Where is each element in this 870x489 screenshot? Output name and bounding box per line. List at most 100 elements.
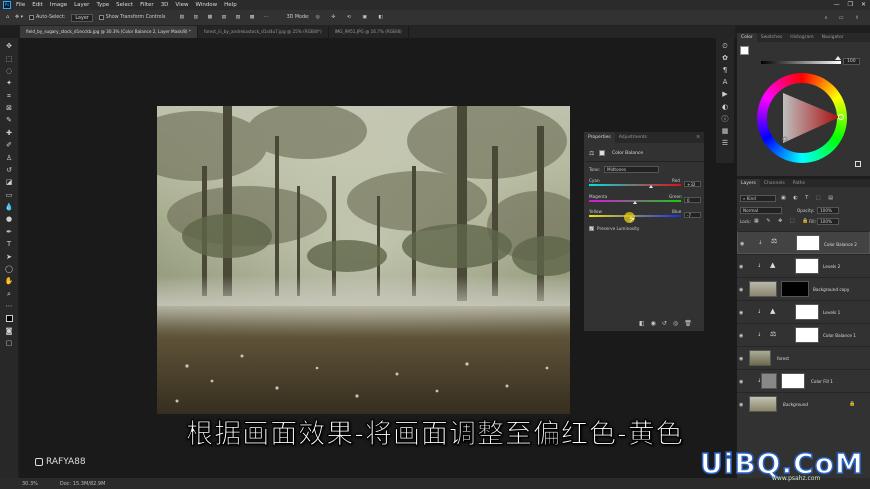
eraser-tool-icon[interactable]: ◪	[4, 177, 14, 187]
brightness-slider[interactable]	[761, 61, 841, 64]
layer-mask-thumbnail[interactable]	[795, 258, 819, 274]
visibility-eye-icon[interactable]: ◉	[739, 310, 743, 316]
actions-icon[interactable]: ▶	[721, 90, 730, 99]
path-selection-tool-icon[interactable]: ➤	[4, 252, 14, 262]
type-tool-icon[interactable]: T	[4, 239, 14, 249]
layer-mask-thumbnail[interactable]	[781, 281, 809, 297]
menu-type[interactable]: Type	[96, 2, 109, 8]
yellow-blue-slider[interactable]	[589, 215, 681, 217]
tab-properties[interactable]: Properties	[584, 132, 615, 143]
foreground-background-color-icon[interactable]	[4, 313, 14, 323]
yellow-blue-value[interactable]: -7	[684, 212, 701, 218]
tab-color[interactable]: Color	[737, 33, 757, 42]
zoom-tool-icon[interactable]: ⌕	[4, 289, 14, 299]
layer-name[interactable]: Color Balance 1	[823, 333, 856, 338]
menu-edit[interactable]: Edit	[32, 2, 43, 8]
panel-menu-icon[interactable]: ≡	[692, 132, 704, 143]
layer-name[interactable]: Levels 2	[823, 264, 840, 269]
tab-channels[interactable]: Channels	[760, 179, 789, 187]
brush-tool-icon[interactable]: ✐	[4, 140, 14, 150]
layer-mask-thumbnail[interactable]	[795, 327, 819, 343]
cyan-red-slider[interactable]	[589, 184, 681, 186]
layer-name[interactable]: Color Fill 1	[811, 379, 833, 384]
delete-icon[interactable]: 🗑	[684, 320, 698, 327]
hand-tool-icon[interactable]: ✋	[4, 276, 14, 286]
blur-tool-icon[interactable]: 💧	[4, 202, 14, 212]
cyan-red-value[interactable]: +32	[684, 181, 701, 187]
tab-navigator[interactable]: Navigator	[818, 33, 848, 42]
layer-mask-thumbnail[interactable]	[796, 235, 820, 251]
auto-select-checkbox[interactable]	[29, 15, 34, 20]
align-icons[interactable]: ▤ ▥ ▦ ▧ ▨ ▩ ⋯	[179, 15, 272, 20]
tab-paths[interactable]: Paths	[789, 179, 809, 187]
lock-icons[interactable]: ▦ ✎ ✥ ⬚ 🔒	[754, 218, 811, 224]
marquee-tool-icon[interactable]: ⬚	[4, 54, 14, 64]
layer-thumbnail[interactable]	[749, 281, 777, 297]
doc-size[interactable]: Doc: 15.3M/82.9M	[60, 481, 106, 487]
character-icon[interactable]: A	[721, 78, 730, 87]
menu-filter[interactable]: Filter	[140, 2, 154, 8]
document-canvas-image[interactable]	[157, 106, 570, 414]
history-icon[interactable]: ⏲	[721, 42, 730, 51]
photoshop-logo-icon[interactable]: Ps	[3, 1, 11, 9]
brush-settings-icon[interactable]: ✿	[721, 54, 730, 63]
move-tool-icon[interactable]: ✥ ▾	[15, 15, 23, 20]
layer-color-balance-2[interactable]: ◉ ↓ ⚖ Color Balance 2	[737, 231, 870, 254]
blend-mode-dropdown[interactable]: Normal	[740, 207, 782, 214]
menu-image[interactable]: Image	[50, 2, 67, 8]
info-icon[interactable]: ⓘ	[721, 115, 730, 124]
view-previous-icon[interactable]: ◉	[651, 320, 662, 327]
pen-tool-icon[interactable]: ✒	[4, 227, 14, 237]
tab-histogram[interactable]: Histogram	[786, 33, 817, 42]
foreground-color-swatch[interactable]	[740, 46, 749, 55]
tab-layers[interactable]: Layers	[737, 179, 760, 187]
magenta-green-slider-knob[interactable]	[633, 201, 637, 204]
fill-color-thumbnail[interactable]	[761, 373, 777, 389]
tab-field-doc[interactable]: field_by_sugary_stock_d1ecckb.jpg @ 30.3…	[20, 26, 198, 38]
visibility-eye-icon[interactable]: ◉	[739, 333, 743, 339]
eyedropper-tool-icon[interactable]: ✎	[4, 115, 14, 125]
layer-color-fill-1[interactable]: ◉ ↓ Color Fill 1	[737, 369, 870, 392]
layer-thumbnail[interactable]	[749, 396, 777, 412]
menu-help[interactable]: Help	[224, 2, 237, 8]
auto-select-dropdown[interactable]: Layer	[71, 13, 93, 22]
menu-select[interactable]: Select	[116, 2, 133, 8]
menu-file[interactable]: File	[16, 2, 25, 8]
shape-tool-icon[interactable]: ◯	[4, 264, 14, 274]
transform-controls-checkbox[interactable]	[98, 15, 104, 20]
tab-adjustments[interactable]: Adjustments	[615, 132, 651, 143]
visibility-eye-icon[interactable]: ◉	[739, 287, 743, 293]
reset-icon[interactable]: ↺	[662, 320, 673, 327]
toggle-visibility-icon[interactable]: ◎	[673, 320, 684, 327]
zoom-level[interactable]: 30.3%	[22, 481, 38, 487]
libraries-icon[interactable]: ▦	[721, 127, 730, 136]
color-triangle[interactable]	[757, 73, 847, 163]
menu-3d[interactable]: 3D	[161, 2, 169, 8]
layer-levels-1[interactable]: ◉ ↓ ▲ Levels 1	[737, 300, 870, 323]
magenta-green-value[interactable]: 0	[684, 197, 701, 203]
gradient-tool-icon[interactable]: ▭	[4, 190, 14, 200]
layer-filter-kind[interactable]: ⌕ Kind	[740, 195, 776, 202]
layer-forest[interactable]: ◉ forest	[737, 346, 870, 369]
layer-mask-thumbnail[interactable]	[781, 373, 805, 389]
brightness-value[interactable]: 100	[843, 58, 860, 65]
tab-img-doc[interactable]: IMG_9951.JPG @ 16.7% (RGB/8)	[329, 26, 409, 38]
layer-color-balance-1[interactable]: ◉ ↓ ⚖ Color Balance 1	[737, 323, 870, 346]
lasso-tool-icon[interactable]: ◌	[4, 66, 14, 76]
cyan-red-slider-knob[interactable]	[648, 185, 653, 188]
layer-mask-thumbnail[interactable]	[795, 304, 819, 320]
visibility-eye-icon[interactable]: ◉	[739, 379, 743, 385]
layer-levels-2[interactable]: ◉ ↓ ▲ Levels 2	[737, 254, 870, 277]
3d-mode-icons[interactable]: ◎ ✣ ⟲ ▣ ◧	[316, 15, 388, 20]
layer-filter-icons[interactable]: ▣ ◐ T ⬚ ▤	[781, 195, 836, 201]
dodge-tool-icon[interactable]: ●	[4, 214, 14, 224]
maximize-icon[interactable]: ❐	[848, 1, 853, 8]
layer-name[interactable]: Levels 1	[823, 310, 840, 315]
properties-icon[interactable]: ☰	[721, 139, 730, 148]
search-workspace-icons[interactable]: ⌕ ▭ ⇪	[825, 15, 864, 21]
minimize-icon[interactable]: —	[834, 1, 840, 8]
history-brush-tool-icon[interactable]: ↺	[4, 165, 14, 175]
more-tools-icon[interactable]: ⋯	[4, 301, 14, 311]
layer-name[interactable]: Background	[783, 402, 808, 407]
layer-name[interactable]: forest	[777, 356, 789, 361]
